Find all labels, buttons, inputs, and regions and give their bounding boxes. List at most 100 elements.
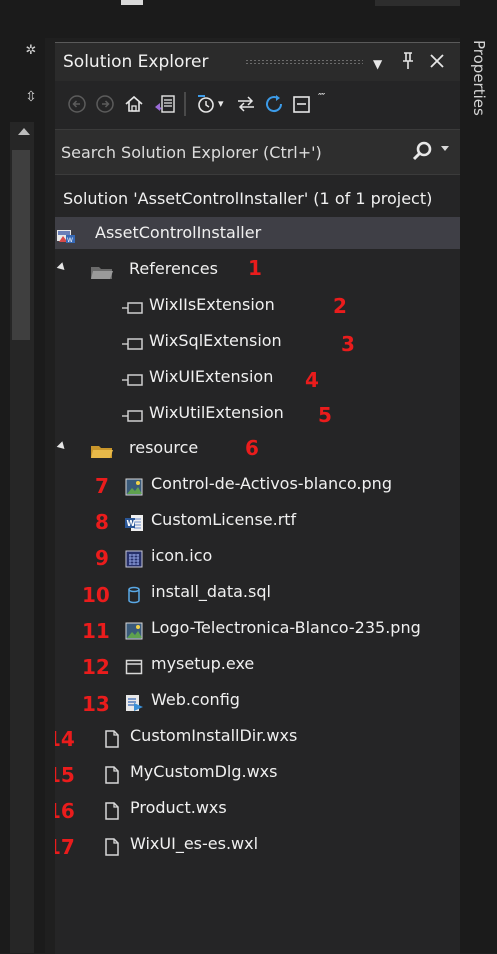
marker-label: 16: [55, 799, 75, 823]
exe-window-icon: [125, 655, 143, 675]
reference-assembly-icon: [120, 368, 144, 386]
marker-label: 13: [82, 692, 110, 716]
resource-item-label: Logo-Telectronica-Blanco-235.png: [151, 618, 421, 637]
marker-label: 1: [248, 256, 262, 280]
properties-tab[interactable]: Properties: [470, 40, 488, 116]
file-item[interactable]: 14 CustomInstallDir.wxs: [55, 720, 460, 752]
reference-item[interactable]: WixIIsExtension 2: [55, 289, 460, 321]
resource-folder-node[interactable]: resource 6: [55, 432, 460, 464]
pushpin-icon[interactable]: [400, 51, 416, 76]
home-icon[interactable]: [123, 93, 145, 115]
reference-item[interactable]: WixSqlExtension 3: [55, 325, 460, 357]
file-label: Product.wxs: [130, 798, 227, 817]
resource-item-label: install_data.sql: [151, 582, 271, 601]
file-label: CustomInstallDir.wxs: [130, 726, 298, 745]
sync-with-active-document-icon[interactable]: [235, 93, 257, 115]
marker-label: 9: [95, 546, 109, 570]
file-icon: [103, 763, 121, 784]
window-position-dropdown-icon[interactable]: ▼: [373, 54, 382, 74]
marker-label: 6: [245, 436, 259, 460]
resource-item[interactable]: 8 W CustomLicense.rtf: [55, 504, 460, 536]
config-file-icon: [125, 691, 143, 711]
references-node[interactable]: References 1: [55, 253, 460, 285]
image-icon: [125, 475, 143, 496]
project-node[interactable]: W AssetControlInstaller: [55, 217, 460, 249]
marker-label: 15: [55, 763, 75, 787]
reference-item[interactable]: WixUtilExtension 5: [55, 397, 460, 429]
expander-expanded-icon[interactable]: [56, 262, 68, 273]
switch-views-icon[interactable]: [153, 93, 177, 115]
pending-changes-filter-icon[interactable]: [195, 93, 217, 115]
forward-icon[interactable]: [95, 93, 115, 115]
file-label: MyCustomDlg.wxs: [130, 762, 278, 781]
file-item[interactable]: 17 WixUI_es-es.wxl: [55, 828, 460, 860]
left-tool-strip: ✲ ⇳: [0, 0, 45, 953]
reference-label: WixSqlExtension: [149, 331, 282, 350]
scrollbar-thumb[interactable]: [12, 150, 30, 340]
marker-label: 4: [305, 368, 319, 392]
resource-item[interactable]: 9 icon.ico: [55, 540, 460, 572]
panel-titlebar: Solution Explorer ▼: [55, 43, 460, 81]
resource-item[interactable]: 10 install_data.sql: [55, 576, 460, 608]
file-icon: [103, 727, 121, 748]
scroll-up-arrow-icon[interactable]: [18, 128, 30, 135]
refresh-icon[interactable]: [263, 93, 287, 115]
gear-icon[interactable]: ✲: [24, 44, 38, 58]
toolbar-separator: [184, 92, 186, 116]
resource-folder-label: resource: [129, 438, 199, 457]
marker-label: 5: [318, 403, 332, 427]
resource-item[interactable]: 12 mysetup.exe: [55, 648, 460, 680]
split-handle-icon[interactable]: ⇳: [24, 90, 38, 104]
resource-item[interactable]: 7 Control-de-Activos-blanco.png: [55, 468, 460, 500]
resource-item-label: Web.config: [151, 690, 240, 709]
collapse-all-icon[interactable]: [291, 93, 313, 115]
marker-label: 3: [341, 332, 355, 356]
search-input[interactable]: [61, 138, 391, 166]
drag-grip[interactable]: [245, 59, 363, 65]
resource-item[interactable]: 13 Web.config: [55, 684, 460, 716]
resource-item[interactable]: 11 Logo-Telectronica-Blanco-235.png: [55, 612, 460, 644]
reference-assembly-icon: [120, 296, 144, 314]
marker-label: 8: [95, 510, 109, 534]
project-label: AssetControlInstaller: [95, 223, 262, 242]
close-icon[interactable]: [429, 51, 445, 76]
reference-assembly-icon: [120, 404, 144, 422]
reference-item[interactable]: WixUIExtension 4: [55, 361, 460, 393]
marker-label: 14: [55, 727, 75, 751]
reference-assembly-icon: [120, 332, 144, 350]
svg-text:W: W: [127, 519, 136, 528]
resource-item-label: icon.ico: [151, 546, 213, 565]
database-icon: [125, 583, 143, 604]
file-item[interactable]: 16 Product.wxs: [55, 792, 460, 824]
file-icon: [103, 799, 121, 820]
ico-file-icon: [125, 547, 143, 568]
panel-toolbar: ▾ ⁗: [55, 82, 460, 124]
marker-label: 2: [333, 294, 347, 318]
resource-item-label: Control-de-Activos-blanco.png: [151, 474, 392, 493]
reference-label: WixUtilExtension: [149, 403, 284, 422]
expander-expanded-icon[interactable]: [56, 441, 68, 452]
reference-label: WixIIsExtension: [149, 295, 275, 314]
filter-dropdown-icon[interactable]: ▾: [218, 93, 224, 115]
resource-item-label: mysetup.exe: [151, 654, 255, 673]
solution-node[interactable]: Solution 'AssetControlInstaller' (1 of 1…: [55, 185, 460, 213]
search-box: [55, 129, 460, 175]
reference-label: WixUIExtension: [149, 367, 274, 386]
solution-explorer-panel: Solution Explorer ▼ ▾ ⁗ Search Solution …: [55, 42, 460, 954]
wix-project-icon: W: [55, 224, 77, 244]
file-icon: [103, 835, 121, 856]
top-strip: [45, 0, 497, 38]
marker-label: 11: [82, 619, 110, 643]
marker-label: 17: [55, 835, 75, 859]
svg-text:W: W: [67, 237, 73, 244]
back-icon[interactable]: [67, 93, 87, 115]
marker-label: 12: [82, 655, 110, 679]
marker-label: 10: [82, 583, 110, 607]
file-item[interactable]: 15 MyCustomDlg.wxs: [55, 756, 460, 788]
search-icon[interactable]: [410, 139, 436, 165]
resource-item-label: CustomLicense.rtf: [151, 510, 297, 529]
search-options-dropdown-icon[interactable]: [441, 146, 449, 151]
image-icon: [125, 619, 143, 640]
references-folder-icon: [90, 260, 114, 279]
toolbar-overflow-icon[interactable]: ⁗: [318, 87, 325, 109]
